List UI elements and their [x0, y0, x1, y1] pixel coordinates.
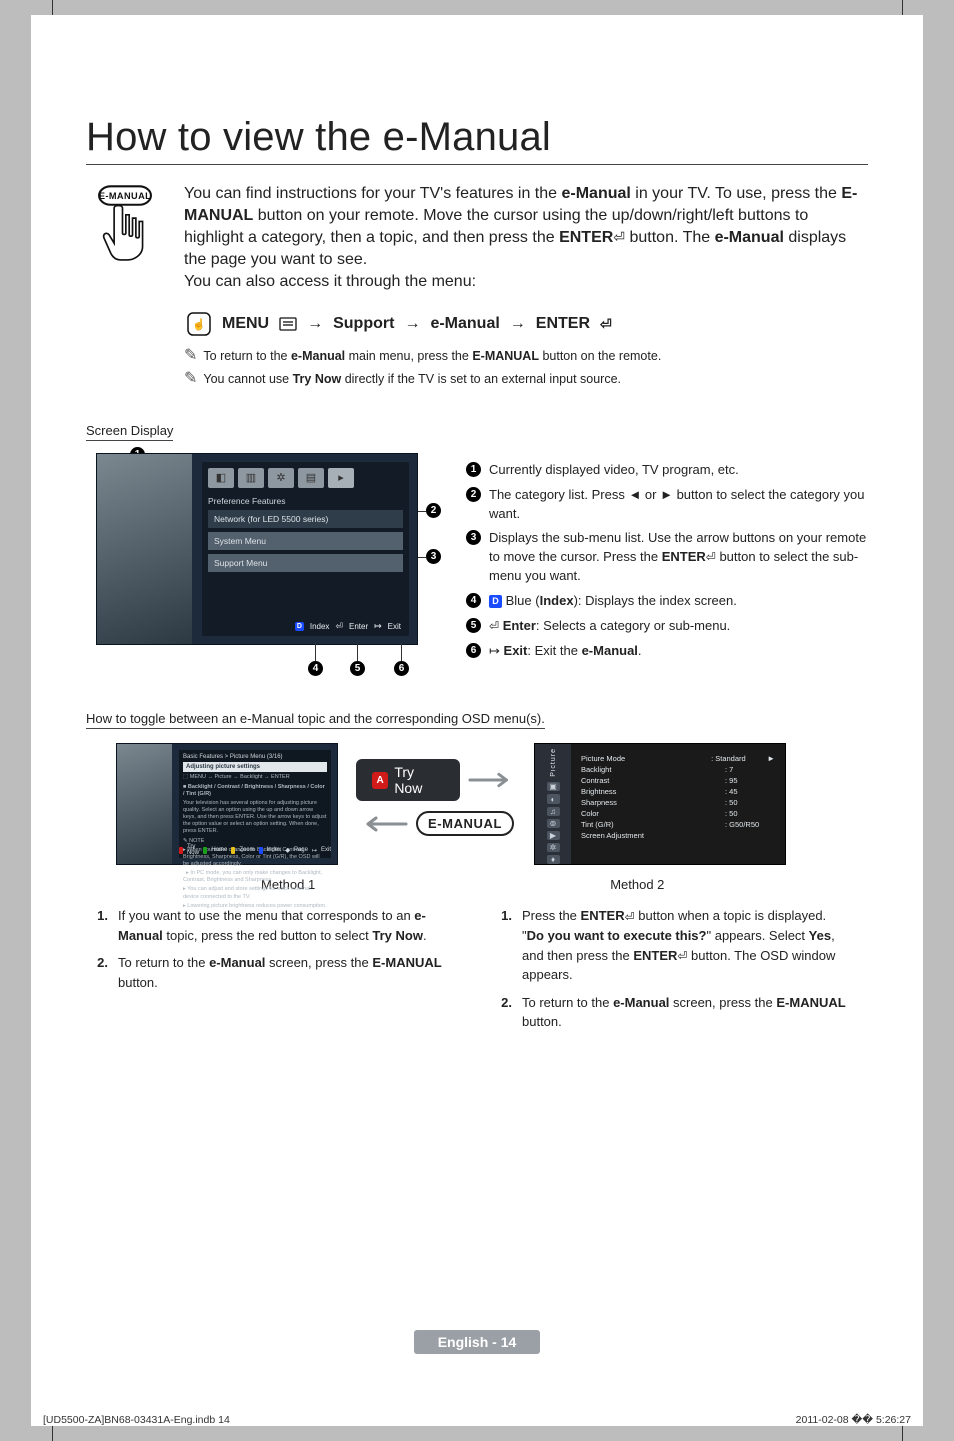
e-manual-badge: E-MANUAL: [416, 811, 514, 836]
screen-display-heading: Screen Display: [86, 423, 173, 441]
screen-display-figure: 1 2 3 ◧ ▥ ✲ ▤: [86, 453, 426, 668]
emanual-label: e-Manual: [430, 315, 499, 333]
video-thumbnail: [117, 744, 172, 864]
document-page: How to view the e-Manual E-MANUAL You ca…: [31, 15, 923, 1426]
note-icon: ✎: [184, 348, 197, 364]
remote-button-icon: ☝: [186, 311, 212, 337]
screen-footer-legend: D Index ⏎ Enter ↦ Exit: [295, 621, 401, 632]
callout-3: 3: [426, 549, 441, 564]
page-title: How to view the e-Manual: [86, 115, 868, 165]
arrow-right-icon: [468, 771, 516, 789]
side-icon: ◐: [547, 794, 560, 803]
enter-label: ENTER: [536, 315, 590, 333]
side-icon: ▶: [547, 831, 560, 840]
menu-glyph-icon: [279, 317, 297, 331]
menu-label: MENU: [222, 315, 269, 333]
tab-icon[interactable]: ◧: [208, 468, 234, 488]
toggle-heading: How to toggle between an e-Manual topic …: [86, 711, 545, 729]
tab-icon[interactable]: ▥: [238, 468, 264, 488]
remote-hand-icon: E-MANUAL: [86, 183, 164, 293]
menu-path: ☝ MENU → Support → e-Manual → ENTER ⏎: [186, 311, 868, 337]
osd-sidebar: Picture ▣ ◐ ♫ ⊚ ▶ ✲ ♦: [535, 744, 571, 864]
submenu-item[interactable]: Network (for LED 5500 series): [208, 510, 403, 528]
submenu-item[interactable]: Support Menu: [208, 554, 403, 572]
osd-list: Picture Mode: Standard► Backlight: 7 Con…: [571, 744, 785, 864]
callout-4: 4: [308, 661, 323, 676]
note-return: ✎ To return to the e-Manual main menu, p…: [184, 347, 868, 366]
callout-list: 1Currently displayed video, TV program, …: [466, 453, 868, 668]
tab-icon[interactable]: ▸: [328, 468, 354, 488]
callout-2: 2: [426, 503, 441, 518]
enter-icon: ⏎: [677, 947, 687, 965]
tab-icon[interactable]: ▤: [298, 468, 324, 488]
note-trynow: ✎ You cannot use Try Now directly if the…: [184, 370, 868, 389]
method1-steps: 1.If you want to use the menu that corre…: [86, 906, 446, 1039]
category-tabs[interactable]: ◧ ▥ ✲ ▤ ▸: [202, 462, 409, 494]
arrow-left-icon: [358, 815, 408, 833]
intro-paragraph: You can find instructions for your TV's …: [184, 183, 868, 293]
side-icon: ▣: [547, 782, 560, 791]
submenu-item[interactable]: System Menu: [208, 532, 403, 550]
print-footer-line: [UD5500-ZA]BN68-03431A-Eng.indb 14 2011-…: [31, 1414, 923, 1426]
enter-icon: ⏎: [613, 228, 625, 247]
blue-d-chip: D: [489, 595, 502, 608]
video-thumbnail: [97, 454, 192, 644]
method1-figure: Basic Features > Picture Menu (3/16) Adj…: [116, 743, 338, 865]
tab-icon[interactable]: ✲: [268, 468, 294, 488]
callout-5: 5: [350, 661, 365, 676]
enter-icon: ⏎: [600, 316, 612, 333]
blue-d-chip: D: [295, 622, 304, 631]
svg-text:☝: ☝: [192, 317, 206, 331]
side-icon: ✲: [547, 843, 560, 852]
try-now-badge: A Try Now: [356, 759, 460, 801]
side-icon: ♦: [547, 855, 560, 864]
method2-steps: 1.Press the ENTER⏎ button when a topic i…: [490, 906, 850, 1039]
callout-6: 6: [394, 661, 409, 676]
note-icon: ✎: [184, 371, 197, 387]
exit-icon: ↦: [489, 644, 500, 659]
method2-figure: Picture ▣ ◐ ♫ ⊚ ▶ ✲ ♦ Picture Mode: Stan…: [534, 743, 786, 865]
enter-icon: ⏎: [489, 618, 499, 635]
e-manual-key-label: E-MANUAL: [99, 191, 151, 201]
method1-footer-legend: Try Now Home Zoom Index ◆Page ↦Exit: [179, 844, 331, 856]
toggle-arrows: A Try Now E-MANUAL: [356, 743, 516, 836]
support-label: Support: [333, 315, 394, 333]
enter-icon: ⏎: [625, 908, 635, 926]
doc-filename: [UD5500-ZA]BN68-03431A-Eng.indb 14: [43, 1414, 230, 1426]
red-a-chip: A: [372, 772, 388, 789]
page-number-chip: English - 14: [414, 1330, 541, 1354]
doc-timestamp: 2011-02-08 �� 5:26:27: [796, 1414, 911, 1426]
enter-icon: ⏎: [706, 549, 716, 566]
category-label: Preference Features: [202, 494, 409, 506]
side-icon: ♫: [547, 807, 560, 816]
side-icon: ⊚: [547, 819, 560, 828]
